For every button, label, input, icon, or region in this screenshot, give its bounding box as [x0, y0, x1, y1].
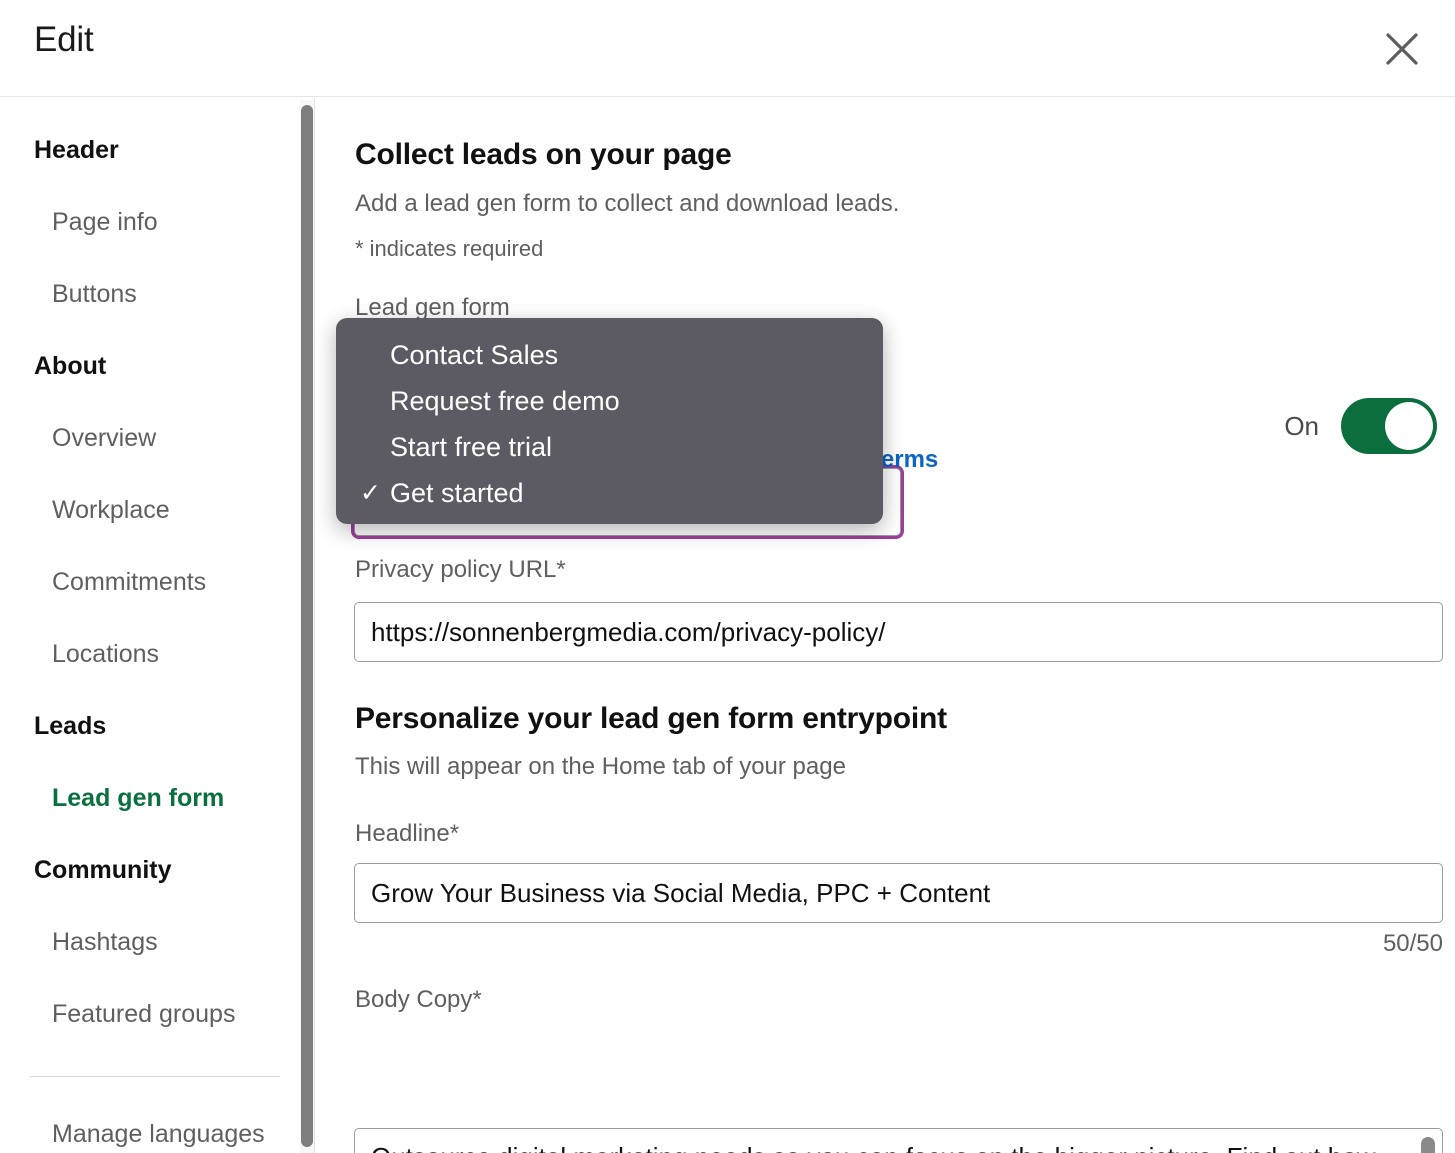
sidebar-group-about: About — [0, 352, 106, 381]
headline-counter: 50/50 — [1143, 930, 1443, 958]
sidebar-group-community: Community — [0, 856, 172, 885]
body-copy-label: Body Copy* — [355, 986, 482, 1014]
privacy-policy-input[interactable] — [354, 602, 1443, 662]
body-copy-text: Outsource digital marketing needs so you… — [371, 1137, 1401, 1153]
lead-gen-form-toggle[interactable] — [1341, 398, 1437, 454]
dropdown-option-label: Contact Sales — [390, 340, 558, 371]
dropdown-option-label: Get started — [390, 478, 524, 509]
dropdown-option-contact-sales[interactable]: Contact Sales — [336, 332, 883, 378]
sidebar-scrollbar-thumb[interactable] — [301, 105, 313, 1147]
sidebar-group-leads: Leads — [0, 712, 106, 741]
sidebar-item-locations[interactable]: Locations — [0, 640, 159, 669]
dialog-titlebar: Edit — [0, 0, 1455, 97]
sidebar-item-hashtags[interactable]: Hashtags — [0, 928, 158, 957]
dropdown-option-label: Start free trial — [390, 432, 552, 463]
sidebar-item-manage-languages[interactable]: Manage languages — [0, 1120, 265, 1149]
lead-gen-form-toggle-group[interactable]: On — [1284, 398, 1437, 454]
toggle-state-label: On — [1284, 411, 1319, 442]
checkmark-icon: ✓ — [360, 478, 386, 508]
sidebar-item-buttons[interactable]: Buttons — [0, 280, 137, 309]
dropdown-option-label: Request free demo — [390, 386, 620, 417]
headline-input[interactable] — [354, 863, 1443, 923]
page-title: Edit — [34, 20, 94, 60]
close-button[interactable] — [1371, 18, 1433, 80]
sidebar-item-page-info[interactable]: Page info — [0, 208, 158, 237]
body-copy-scrollbar-thumb[interactable] — [1421, 1137, 1435, 1153]
sidebar-group-header: Header — [0, 136, 119, 165]
section-heading: Collect leads on your page — [355, 138, 732, 172]
sidebar-item-commitments[interactable]: Commitments — [0, 568, 206, 597]
edit-dialog: Edit Header Page info Buttons About Over… — [0, 0, 1455, 1153]
section-subheading: Add a lead gen form to collect and downl… — [355, 190, 899, 218]
dropdown-option-request-free-demo[interactable]: Request free demo — [336, 378, 883, 424]
sidebar-item-featured-groups[interactable]: Featured groups — [0, 1000, 235, 1029]
toggle-knob — [1385, 402, 1433, 450]
sidebar-nav[interactable]: Header Page info Buttons About Overview … — [0, 98, 300, 1153]
personalize-subtitle: This will appear on the Home tab of your… — [355, 753, 846, 781]
close-icon — [1381, 28, 1423, 70]
lead-gen-form-dropdown-menu[interactable]: Contact Sales Request free demo Start fr… — [336, 318, 883, 524]
dropdown-option-start-free-trial[interactable]: Start free trial — [336, 424, 883, 470]
sidebar-item-overview[interactable]: Overview — [0, 424, 156, 453]
privacy-policy-label: Privacy policy URL* — [355, 556, 566, 584]
sidebar-item-lead-gen-form[interactable]: Lead gen form — [0, 784, 224, 813]
dropdown-option-get-started[interactable]: ✓ Get started — [336, 470, 883, 516]
headline-label: Headline* — [355, 820, 459, 848]
required-note: * indicates required — [355, 236, 543, 262]
personalize-title: Personalize your lead gen form entrypoin… — [355, 702, 947, 736]
main-content: Collect leads on your page Add a lead ge… — [315, 98, 1455, 1153]
sidebar-item-workplace[interactable]: Workplace — [0, 496, 170, 525]
body-copy-textarea[interactable]: Outsource digital marketing needs so you… — [354, 1128, 1443, 1153]
sidebar-divider — [30, 1076, 280, 1077]
